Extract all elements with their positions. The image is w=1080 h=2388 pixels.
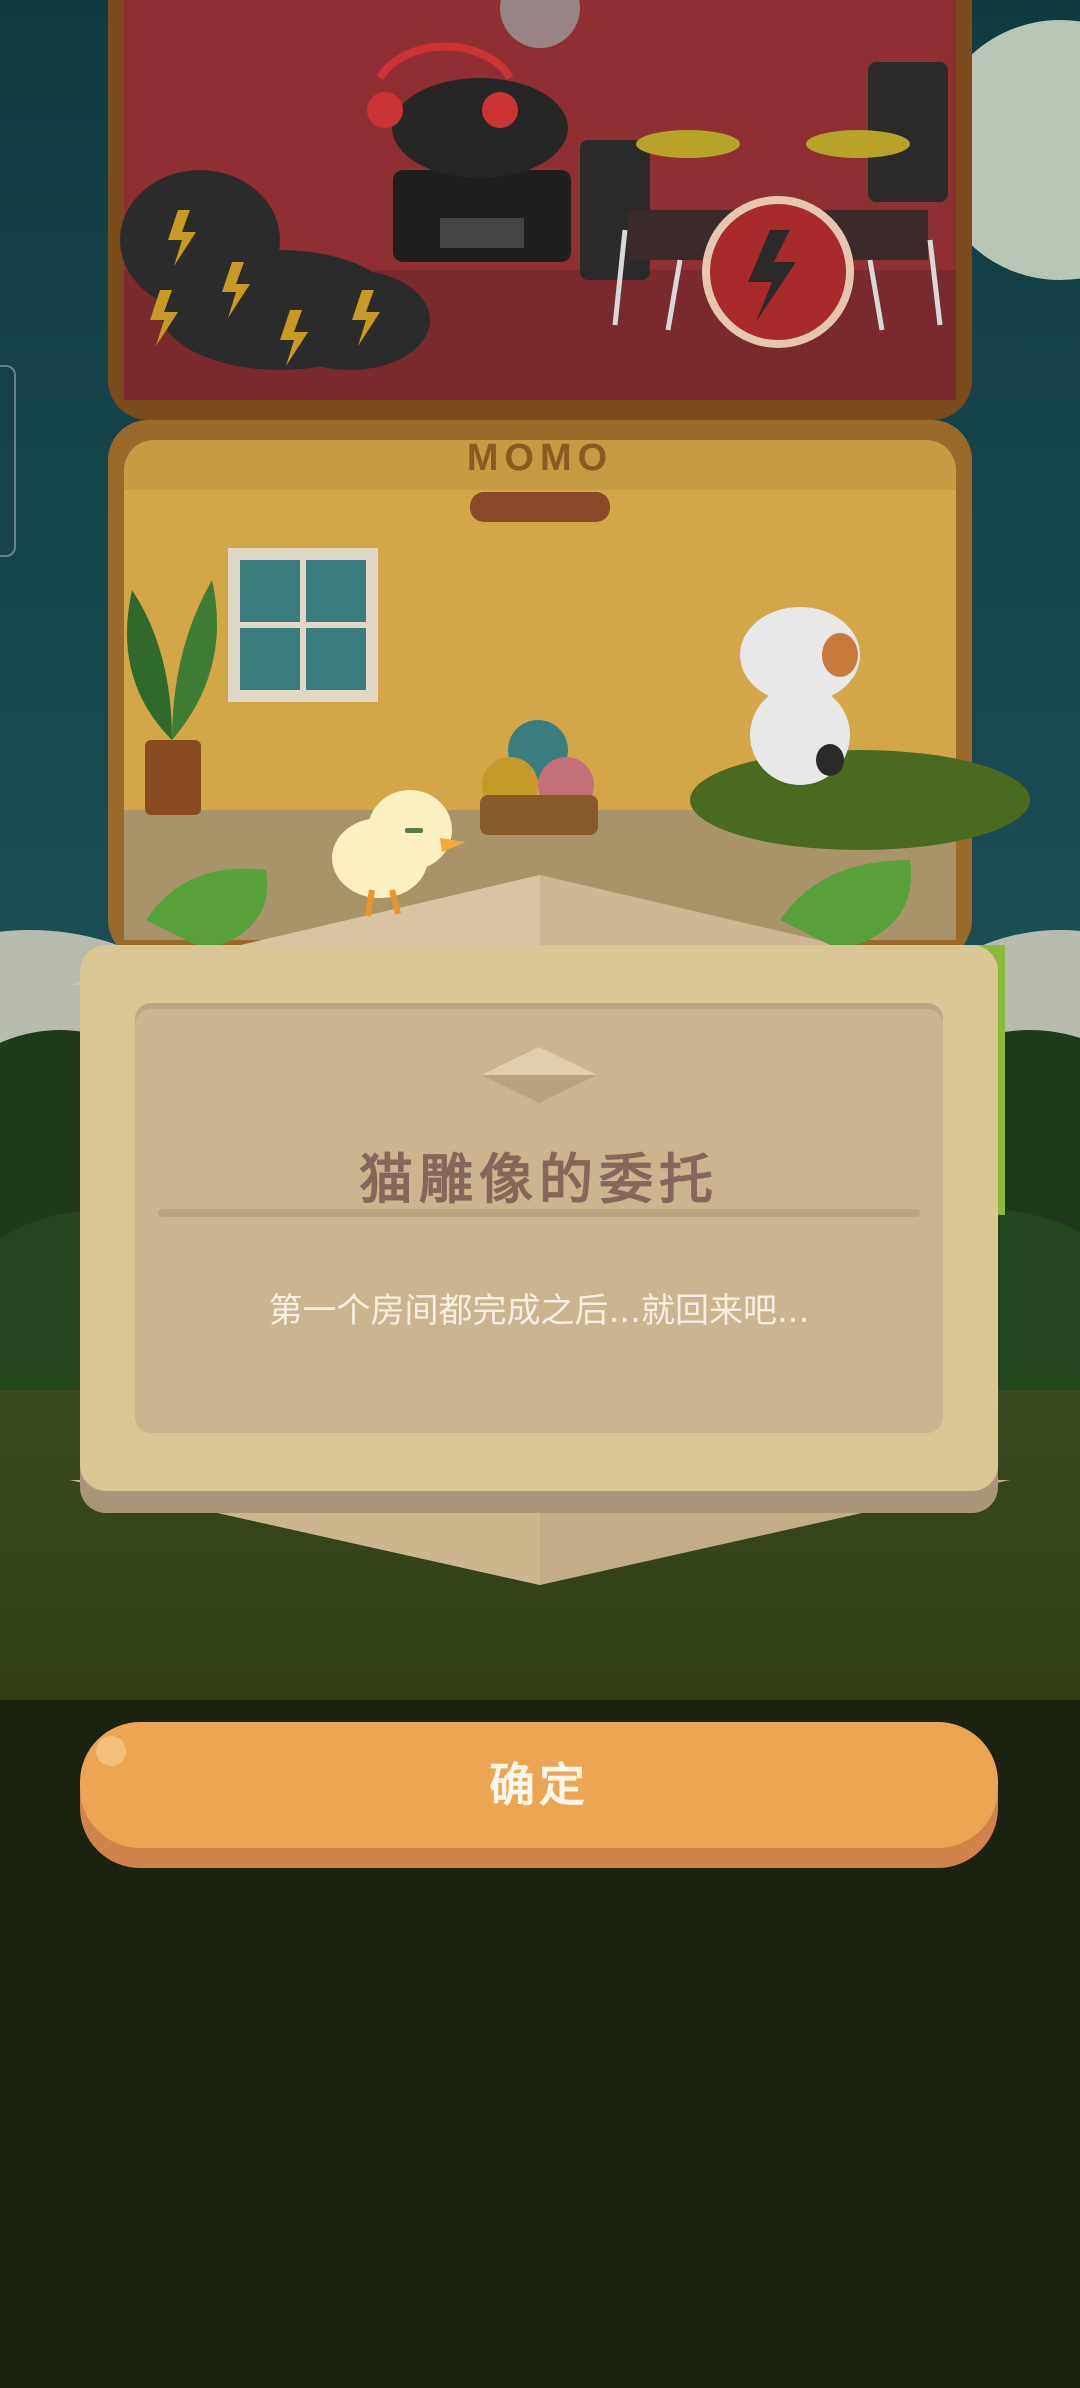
title-divider bbox=[158, 1209, 920, 1217]
confirm-button[interactable]: 确定 bbox=[80, 1722, 998, 1868]
dialog-title: 猫雕像的委托 bbox=[359, 1148, 719, 1211]
dialog-message: 第一个房间都完成之后...就回来吧... bbox=[268, 1291, 810, 1331]
building-sign-text: MOMO bbox=[467, 437, 613, 479]
diamond-ornament-icon bbox=[481, 1047, 597, 1103]
confirm-button-label: 确定 bbox=[489, 1758, 589, 1812]
quest-dialog: 猫雕像的委托 第一个房间都完成之后...就回来吧... bbox=[80, 945, 998, 1513]
side-drawer-handle[interactable] bbox=[0, 365, 16, 557]
music-room bbox=[108, 0, 972, 420]
